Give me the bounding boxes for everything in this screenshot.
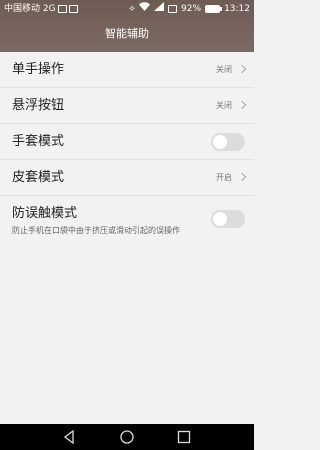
settings-list: 单手操作 关闭 悬浮按钮 关闭 手套模式 皮套模式 开启 防误触模式 防止手机在… — [0, 52, 254, 246]
setting-value: 关闭 — [216, 65, 232, 74]
setting-title: 单手操作 — [12, 62, 65, 77]
chevron-right-icon — [237, 100, 247, 110]
back-icon[interactable] — [62, 430, 76, 444]
recent-apps-icon[interactable] — [177, 430, 191, 444]
sim-card-icon — [168, 5, 178, 13]
image-notification-icon — [57, 5, 67, 13]
carrier-label: 中国移动 2G — [4, 4, 56, 14]
setting-title: 皮套模式 — [12, 170, 65, 185]
signal-icon — [154, 0, 165, 18]
toggle-knob — [213, 212, 227, 226]
clock: 13:12 — [224, 4, 250, 14]
screen: 中国移动 2G ⟡ 92% 13:12 智能辅助 单手操作 关闭 悬浮按钮 关闭… — [0, 0, 254, 450]
setting-subtitle: 防止手机在口袋中由于挤压或滑动引起的误操作 — [12, 226, 180, 235]
chevron-right-icon — [237, 172, 247, 182]
setting-title: 防误触模式 — [12, 206, 78, 221]
battery-icon — [205, 5, 223, 13]
setting-value: 开启 — [216, 173, 232, 182]
toggle-knob — [213, 135, 227, 149]
battery-percent: 92% — [181, 4, 202, 14]
setting-glove-mode: 手套模式 — [0, 124, 254, 160]
setting-value: 关闭 — [216, 101, 232, 110]
sim-notification-icon — [68, 5, 78, 13]
wifi-icon — [139, 0, 151, 18]
setting-pocket-mode: 防误触模式 防止手机在口袋中由于挤压或滑动引起的误操作 — [0, 196, 254, 246]
setting-floating-button[interactable]: 悬浮按钮 关闭 — [0, 88, 254, 124]
chevron-right-icon — [237, 64, 247, 74]
pocket-mode-toggle[interactable] — [211, 210, 245, 228]
setting-cover-mode[interactable]: 皮套模式 开启 — [0, 160, 254, 196]
status-bar: 中国移动 2G ⟡ 92% 13:12 — [0, 0, 254, 18]
navigation-bar — [0, 424, 254, 450]
home-icon[interactable] — [120, 430, 134, 444]
setting-title: 手套模式 — [12, 134, 65, 149]
vibrate-icon: ⟡ — [129, 4, 136, 14]
header: 中国移动 2G ⟡ 92% 13:12 智能辅助 — [0, 0, 254, 52]
setting-title: 悬浮按钮 — [12, 98, 65, 113]
setting-one-hand[interactable]: 单手操作 关闭 — [0, 52, 254, 88]
page-title: 智能辅助 — [105, 27, 149, 40]
glove-mode-toggle[interactable] — [211, 133, 245, 151]
